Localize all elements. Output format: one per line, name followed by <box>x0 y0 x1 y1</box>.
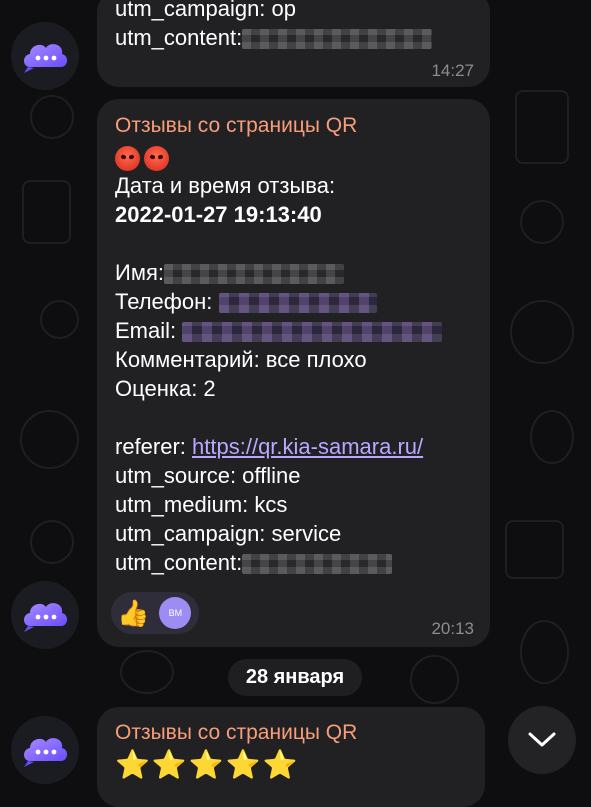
message-bubble[interactable]: Отзывы со страницы QR ⭐⭐⭐⭐⭐ <box>97 707 485 807</box>
wallpaper-doodle <box>120 650 174 694</box>
datetime-label: Дата и время отзыва: <box>115 173 336 198</box>
referer-link[interactable]: https://qr.kia-samara.ru/ <box>192 434 423 459</box>
emoji-line <box>115 142 472 171</box>
sender-name: Отзывы со страницы QR <box>115 721 358 744</box>
star-rating: ⭐⭐⭐⭐⭐ <box>115 749 300 780</box>
message-bubble[interactable]: Отзывы со страницы QR Дата и время отзыв… <box>97 99 490 647</box>
wallpaper-doodle <box>520 200 564 244</box>
utm-campaign-line: utm_campaign: op <box>115 0 296 21</box>
chevron-down-icon <box>528 732 556 747</box>
reaction-chip[interactable]: 👍 BM <box>111 592 199 634</box>
message-time: 20:13 <box>431 619 474 638</box>
referer-label: referer: <box>115 434 193 459</box>
thumbs-up-icon: 👍 <box>117 598 150 628</box>
wallpaper-doodle <box>410 655 459 704</box>
date-separator: 28 января <box>228 659 362 696</box>
name-label: Имя: <box>115 260 164 285</box>
email-line: Email: <box>115 316 472 345</box>
utm-content-line: utm_content: <box>115 548 472 577</box>
redacted-value <box>242 554 393 575</box>
wallpaper-doodle <box>530 410 574 464</box>
sender-name: Отзывы со страницы QR <box>115 114 358 137</box>
chat-bubble-cloud-icon <box>24 603 68 632</box>
wallpaper-doodle <box>20 410 79 469</box>
angry-face-icon <box>115 145 140 171</box>
wallpaper-doodle <box>30 95 74 139</box>
sender-avatar[interactable] <box>11 581 79 649</box>
utm-source-line: utm_source: offline <box>115 463 301 488</box>
message-time: 14:27 <box>431 61 474 80</box>
wallpaper-doodle <box>520 620 569 684</box>
redacted-name <box>163 264 344 285</box>
utm-content-label: utm_content: <box>115 25 243 50</box>
wallpaper-doodle <box>30 520 74 564</box>
wallpaper-doodle <box>505 520 564 579</box>
message-bubble[interactable]: utm_campaign: op utm_content: 14:27 <box>97 0 490 87</box>
utm-content-line: utm_content: <box>115 23 472 52</box>
wallpaper-doodle <box>22 180 71 244</box>
redacted-value <box>242 29 433 50</box>
scroll-down-button[interactable] <box>508 706 576 774</box>
sender-avatar[interactable] <box>11 22 79 90</box>
reactor-avatar: BM <box>159 597 192 629</box>
utm-content-label: utm_content: <box>115 550 243 575</box>
email-label: Email: <box>115 318 177 343</box>
angry-face-icon <box>144 145 169 171</box>
redacted-email <box>182 322 443 343</box>
wallpaper-doodle <box>40 300 79 339</box>
wallpaper-doodle <box>515 90 569 164</box>
sender-avatar[interactable] <box>11 716 79 784</box>
comment-line: Комментарий: все плохо <box>115 347 367 372</box>
rating-line: Оценка: 2 <box>115 376 216 401</box>
datetime-value: 2022-01-27 19:13:40 <box>115 202 322 227</box>
referer-line: referer: https://qr.kia-samara.ru/ <box>115 432 472 461</box>
utm-campaign-line: utm_campaign: service <box>115 521 342 546</box>
phone-line: Телефон: <box>115 287 472 316</box>
name-line: Имя: <box>115 258 472 287</box>
wallpaper-doodle <box>510 300 574 364</box>
chat-bubble-cloud-icon <box>24 738 68 767</box>
chat-bubble-cloud-icon <box>24 44 68 73</box>
phone-label: Телефон: <box>115 289 213 314</box>
utm-medium-line: utm_medium: kcs <box>115 492 288 517</box>
redacted-phone <box>218 293 377 314</box>
